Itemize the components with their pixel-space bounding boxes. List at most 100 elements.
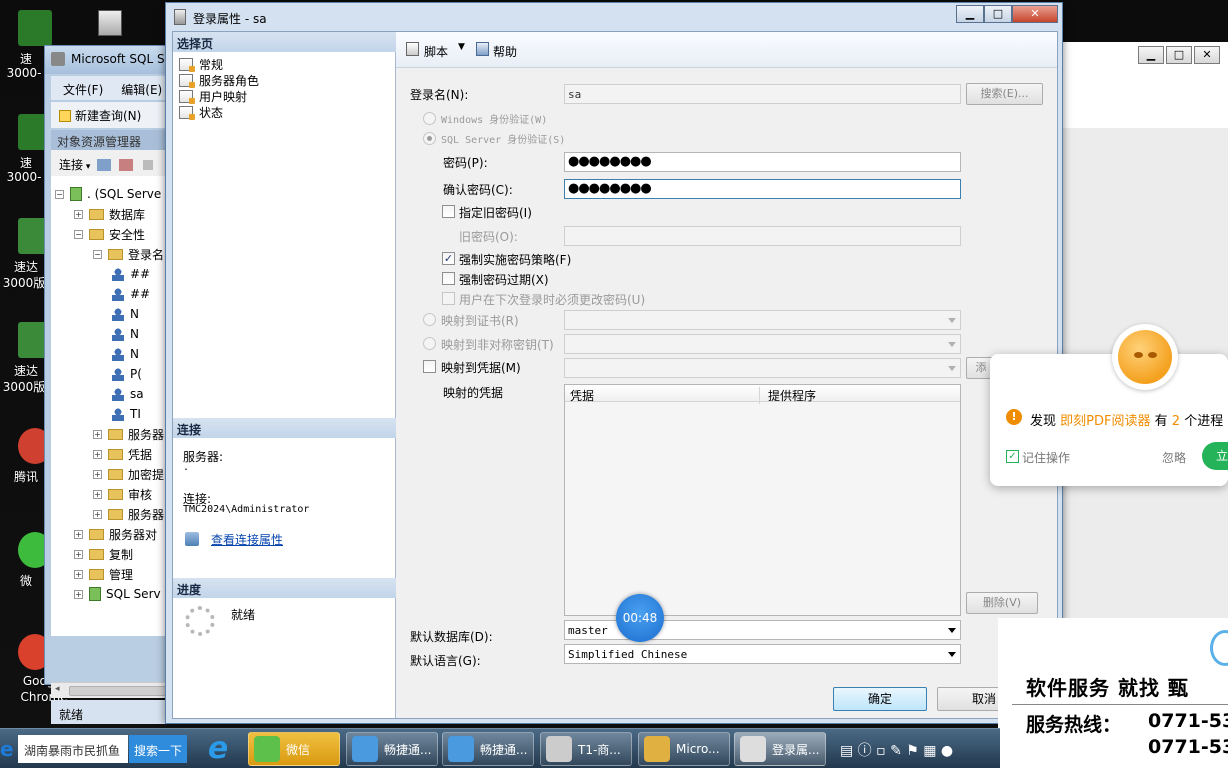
tree-node[interactable]: + 服务器 xyxy=(93,504,164,524)
tree-node[interactable]: + 服务器对 xyxy=(74,524,157,544)
expand-icon[interactable]: + xyxy=(93,469,102,479)
map-credential-checkbox[interactable] xyxy=(423,360,436,373)
expand-icon[interactable]: + xyxy=(74,209,83,219)
grid-column-credential[interactable]: 凭据 xyxy=(570,387,760,404)
tree-node[interactable]: − . (SQL Serve xyxy=(55,184,161,204)
taskbar-button[interactable]: 登录属... xyxy=(734,732,826,766)
tray-icons[interactable]: ▤ ⓘ ▫ ✎ ⚑ ▦ ● xyxy=(840,740,953,760)
collapse-icon[interactable]: − xyxy=(93,249,102,259)
tree-node[interactable]: sa xyxy=(112,384,144,404)
search-button[interactable]: 搜索(E)... xyxy=(966,83,1043,105)
taskbar-search-input[interactable]: 湖南暴雨市民抓鱼 xyxy=(18,735,128,763)
taskbar-search-button[interactable]: 搜索一下 xyxy=(129,735,187,763)
expand-icon[interactable]: + xyxy=(93,449,102,459)
specify-old-password-checkbox[interactable] xyxy=(442,205,455,218)
tree-node[interactable]: + 数据库 xyxy=(74,204,145,224)
maximize-button[interactable]: □ xyxy=(1166,46,1192,64)
new-query-button[interactable]: 新建查询(N) xyxy=(75,109,141,123)
page-item[interactable]: 状态 xyxy=(179,104,223,120)
tree-node[interactable]: + 复制 xyxy=(74,544,133,564)
script-dropdown-icon[interactable]: ▼ xyxy=(458,42,465,52)
taskbar-button[interactable]: T1-商... xyxy=(540,732,632,766)
tree-node[interactable]: P( xyxy=(112,364,142,384)
default-language-combo[interactable]: Simplified Chinese xyxy=(564,644,961,664)
tree-node[interactable]: N xyxy=(112,304,139,324)
tree-node[interactable]: + 凭据 xyxy=(93,444,152,464)
scrollbar-thumb[interactable] xyxy=(69,686,167,696)
expand-icon[interactable]: + xyxy=(74,589,83,599)
tree-node[interactable]: ## xyxy=(112,284,150,304)
page-item[interactable]: 常规 xyxy=(179,56,223,72)
tree-node[interactable]: + 服务器 xyxy=(93,424,164,444)
remove-credential-button[interactable]: 删除(V) xyxy=(966,592,1038,614)
menu-edit[interactable]: 编辑(E) xyxy=(121,83,162,97)
tree-node[interactable]: ## xyxy=(112,264,150,284)
view-connection-properties-link[interactable]: 查看连接属性 xyxy=(211,531,283,548)
select-page-header: 选择页 xyxy=(173,32,396,52)
map-asym-combo[interactable] xyxy=(564,334,961,354)
open-now-button[interactable]: 立 xyxy=(1202,442,1228,470)
enforce-policy-checkbox[interactable]: ✓ xyxy=(442,252,455,265)
expand-icon[interactable]: + xyxy=(93,429,102,439)
tree-node[interactable]: N xyxy=(112,324,139,344)
ie-icon[interactable]: e xyxy=(198,733,238,765)
expand-icon[interactable]: + xyxy=(74,529,83,539)
login-name-field[interactable]: sa xyxy=(564,84,961,104)
help-button[interactable]: 帮助 xyxy=(493,43,517,60)
map-cert-combo[interactable] xyxy=(564,310,961,330)
map-cert-radio[interactable] xyxy=(423,313,436,326)
tree-node[interactable]: + 管理 xyxy=(74,564,133,584)
collapse-icon[interactable]: − xyxy=(55,189,64,199)
expand-icon[interactable]: + xyxy=(93,489,102,499)
page-item[interactable]: 用户映射 xyxy=(179,88,247,104)
windows-auth-radio[interactable] xyxy=(423,112,436,125)
sql-auth-radio[interactable] xyxy=(423,132,436,145)
taskbar-button[interactable]: 畅捷通... xyxy=(346,732,438,766)
scroll-left-icon[interactable]: ◂ xyxy=(55,684,60,694)
tree-node[interactable]: − 登录名 xyxy=(93,244,164,264)
mapped-credentials-grid[interactable]: 凭据 提供程序 xyxy=(564,384,961,616)
tree-node[interactable]: − 安全性 xyxy=(74,224,145,244)
page-item[interactable]: 服务器角色 xyxy=(179,72,259,88)
remember-checkbox[interactable]: ✓ xyxy=(1006,450,1019,463)
tree-node[interactable]: TI xyxy=(112,404,141,424)
script-button[interactable]: 脚本 xyxy=(424,43,448,60)
tree-node[interactable]: + 加密提 xyxy=(93,464,164,484)
tree-node[interactable]: + SQL Serv xyxy=(74,584,161,604)
desktop-shortcut-icon[interactable] xyxy=(98,10,122,36)
minimize-button[interactable]: ▁ xyxy=(1138,46,1164,64)
taskbar-button[interactable]: Micro... xyxy=(638,732,730,766)
chevron-down-icon[interactable]: ▾ xyxy=(83,162,93,172)
taskbar-button[interactable]: 畅捷通... xyxy=(442,732,534,766)
taskbar-button[interactable]: 微信 xyxy=(248,732,340,766)
dialog-minimize-button[interactable]: ▁ xyxy=(956,5,984,23)
disconnect-icon[interactable] xyxy=(119,159,134,171)
connect-icon[interactable] xyxy=(97,159,112,171)
tree-horizontal-scrollbar[interactable]: ◂ xyxy=(51,682,175,698)
enforce-expiration-checkbox[interactable] xyxy=(442,272,455,285)
default-database-value: master xyxy=(568,624,608,637)
old-password-field[interactable] xyxy=(564,226,961,246)
grid-column-provider[interactable]: 提供程序 xyxy=(768,387,816,404)
dialog-title-bar[interactable]: 登录属性 - sa ▁ □ ✕ xyxy=(166,3,1062,31)
stop-icon[interactable] xyxy=(142,160,153,170)
map-asym-radio[interactable] xyxy=(423,337,436,350)
close-button[interactable]: ✕ xyxy=(1194,46,1220,64)
collapse-icon[interactable]: − xyxy=(74,229,83,239)
page-icon xyxy=(179,105,195,120)
connect-button[interactable]: 连接 xyxy=(59,158,83,172)
ok-button[interactable]: 确定 xyxy=(833,687,927,711)
map-credential-combo[interactable] xyxy=(564,358,961,378)
dialog-maximize-button[interactable]: □ xyxy=(984,5,1012,23)
menu-file[interactable]: 文件(F) xyxy=(63,83,103,97)
expand-icon[interactable]: + xyxy=(93,509,102,519)
password-field[interactable]: ●●●●●●●● xyxy=(564,152,961,172)
expand-icon[interactable]: + xyxy=(74,549,83,559)
expand-icon[interactable]: + xyxy=(74,569,83,579)
tree-node[interactable]: N xyxy=(112,344,139,364)
dialog-close-button[interactable]: ✕ xyxy=(1012,5,1058,23)
tree-node[interactable]: + 审核 xyxy=(93,484,152,504)
ignore-button[interactable]: 忽略 xyxy=(1162,449,1186,466)
confirm-password-field[interactable]: ●●●●●●●● xyxy=(564,179,961,199)
must-change-checkbox[interactable] xyxy=(442,292,455,305)
